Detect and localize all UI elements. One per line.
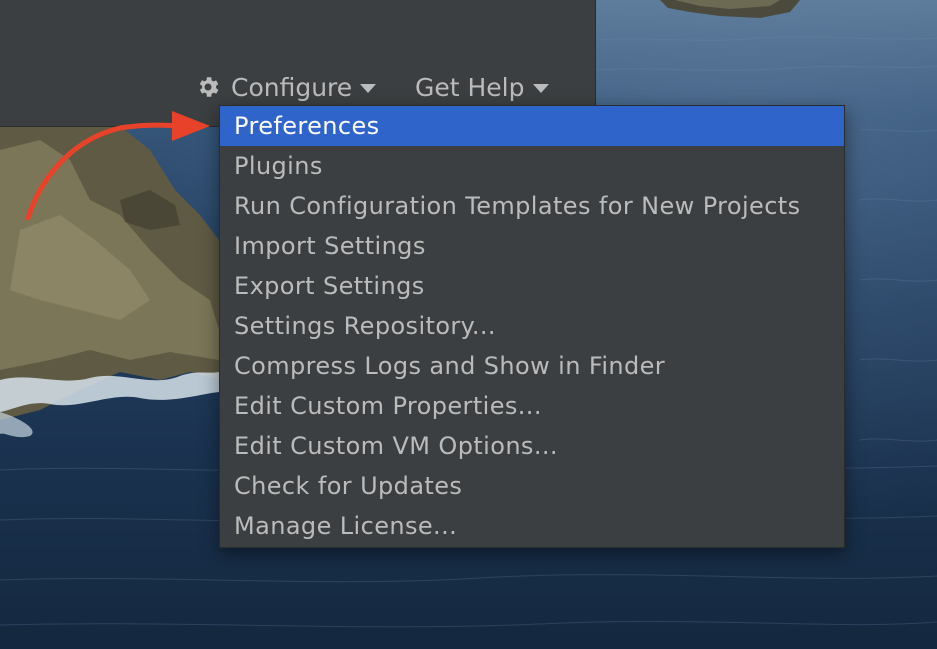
menu-item-run-configuration-templates[interactable]: Run Configuration Templates for New Proj… <box>220 186 844 226</box>
gear-icon <box>199 77 219 97</box>
menu-item-preferences[interactable]: Preferences <box>220 106 844 146</box>
get-help-menu-button[interactable]: Get Help <box>415 70 549 104</box>
configure-menu-button[interactable]: Configure <box>195 70 377 104</box>
configure-label: Configure <box>231 72 353 102</box>
menu-item-compress-logs[interactable]: Compress Logs and Show in Finder <box>220 346 844 386</box>
caret-down-icon <box>532 83 549 93</box>
caret-down-icon <box>360 83 377 93</box>
configure-dropdown-menu: Preferences Plugins Run Configuration Te… <box>219 105 845 548</box>
menu-item-edit-custom-vm-options[interactable]: Edit Custom VM Options... <box>220 426 844 466</box>
menu-item-manage-license[interactable]: Manage License... <box>220 506 844 546</box>
menu-item-plugins[interactable]: Plugins <box>220 146 844 186</box>
menu-item-import-settings[interactable]: Import Settings <box>220 226 844 266</box>
menu-item-export-settings[interactable]: Export Settings <box>220 266 844 306</box>
menu-item-check-for-updates[interactable]: Check for Updates <box>220 466 844 506</box>
get-help-label: Get Help <box>415 72 525 102</box>
menu-item-settings-repository[interactable]: Settings Repository... <box>220 306 844 346</box>
menu-item-edit-custom-properties[interactable]: Edit Custom Properties... <box>220 386 844 426</box>
